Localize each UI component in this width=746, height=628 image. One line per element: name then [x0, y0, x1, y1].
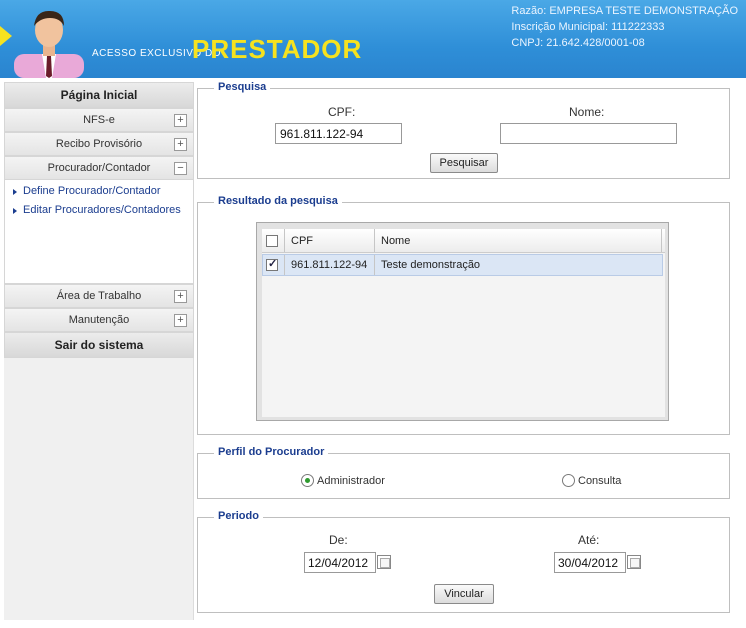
profile-fieldset: Perfil do Procurador Administrador Consu… [197, 446, 730, 499]
sidebar-item-recibo-provisorio[interactable]: Recibo Provisório + [4, 132, 194, 156]
sidebar-item-label: NFS-e [83, 114, 115, 126]
cell-name: Teste demonstração [381, 259, 481, 271]
radio-consulta[interactable] [562, 474, 575, 487]
name-label: Nome: [569, 105, 605, 119]
sidebar-item-home[interactable]: Página Inicial [4, 82, 194, 108]
column-divider [284, 229, 285, 252]
column-divider [374, 255, 375, 275]
row-checkbox-cell [266, 255, 278, 275]
cpf-label: CPF: [328, 105, 356, 119]
bullet-triangle-icon [13, 207, 17, 214]
column-divider [661, 229, 662, 252]
company-name: Razão: EMPRESA TESTE DEMONSTRAÇÃO [511, 5, 738, 17]
sidebar-item-label: Manutenção [68, 314, 130, 326]
column-divider [374, 229, 375, 252]
results-fieldset: Resultado da pesquisa CPF Nome 961.811.1… [197, 195, 730, 435]
column-divider [284, 255, 285, 275]
search-legend: Pesquisa [214, 81, 271, 93]
sidebar-item-nfse[interactable]: NFS-e + [4, 108, 194, 132]
expand-icon[interactable]: + [174, 114, 187, 127]
column-header-name[interactable]: Nome [381, 229, 410, 252]
row-checkbox[interactable] [266, 257, 278, 271]
expand-icon[interactable]: + [174, 290, 187, 303]
sidebar-item-label: Recibo Provisório [55, 138, 143, 150]
header-banner: ACESSO EXCLUSIVO DO PRESTADOR Razão: EMP… [0, 0, 746, 78]
bullet-triangle-icon [13, 188, 17, 195]
results-table: CPF Nome 961.811.122-94 Teste demonstraç… [256, 222, 669, 421]
to-date-input[interactable] [554, 552, 626, 573]
table-header: CPF Nome [262, 229, 665, 253]
period-fieldset: Periodo De: Até: Vincular [197, 510, 730, 613]
arrow-icon [0, 26, 12, 46]
table-row[interactable]: 961.811.122-94 Teste demonstração [262, 254, 663, 276]
user-avatar-icon [14, 10, 84, 78]
select-all-checkbox[interactable] [266, 234, 278, 247]
name-input[interactable] [500, 123, 677, 144]
results-legend: Resultado da pesquisa [214, 195, 342, 207]
sublink-editar-procuradores[interactable]: Editar Procuradores/Contadores [13, 201, 193, 220]
sublink-define-procurador[interactable]: Define Procurador/Contador [13, 182, 193, 201]
sidebar-item-procurador-contador[interactable]: Procurador/Contador − [4, 156, 194, 180]
collapse-icon[interactable]: − [174, 162, 187, 175]
search-button[interactable]: Pesquisar [430, 153, 498, 173]
from-date-label: De: [329, 533, 348, 547]
column-header-cpf[interactable]: CPF [291, 229, 313, 252]
sidebar-item-label: Sair do sistema [54, 338, 144, 352]
sidebar-item-label: Procurador/Contador [47, 162, 151, 174]
search-fieldset: Pesquisa CPF: Nome: Pesquisar [197, 81, 730, 179]
sidebar-menu: Página Inicial NFS-e + Recibo Provisório… [4, 82, 194, 620]
sidebar-item-area-trabalho[interactable]: Área de Trabalho + [4, 284, 194, 308]
sidebar-item-manutencao[interactable]: Manutenção + [4, 308, 194, 332]
sublink-label: Editar Procuradores/Contadores [23, 204, 181, 216]
sidebar-item-logout[interactable]: Sair do sistema [4, 332, 194, 358]
municipal-registration: Inscrição Municipal: 111222333 [511, 21, 665, 33]
cell-cpf: 961.811.122-94 [291, 259, 368, 271]
period-legend: Periodo [214, 510, 263, 522]
calendar-icon[interactable] [377, 555, 391, 569]
radio-consulta-label: Consulta [578, 475, 622, 487]
company-info: Razão: EMPRESA TESTE DEMONSTRAÇÃO Inscri… [511, 3, 738, 51]
brand-title: PRESTADOR [192, 34, 363, 64]
sublink-label: Define Procurador/Contador [23, 185, 161, 197]
sidebar-item-label: Área de Trabalho [56, 290, 142, 302]
radio-administrador[interactable] [301, 474, 314, 487]
from-date-input[interactable] [304, 552, 376, 573]
header-checkbox-cell [266, 229, 278, 252]
calendar-icon[interactable] [627, 555, 641, 569]
cpf-input[interactable] [275, 123, 402, 144]
radio-administrador-label: Administrador [317, 475, 385, 487]
company-cnpj: CNPJ: 21.642.428/0001-08 [511, 37, 645, 49]
submenu-procurador: Define Procurador/Contador Editar Procur… [4, 180, 194, 284]
sidebar-item-label: Página Inicial [60, 88, 138, 102]
table-body [262, 253, 665, 417]
expand-icon[interactable]: + [174, 314, 187, 327]
profile-legend: Perfil do Procurador [214, 446, 329, 458]
sidebar-background [4, 358, 194, 620]
expand-icon[interactable]: + [174, 138, 187, 151]
vincular-button[interactable]: Vincular [434, 584, 494, 604]
to-date-label: Até: [578, 533, 600, 547]
